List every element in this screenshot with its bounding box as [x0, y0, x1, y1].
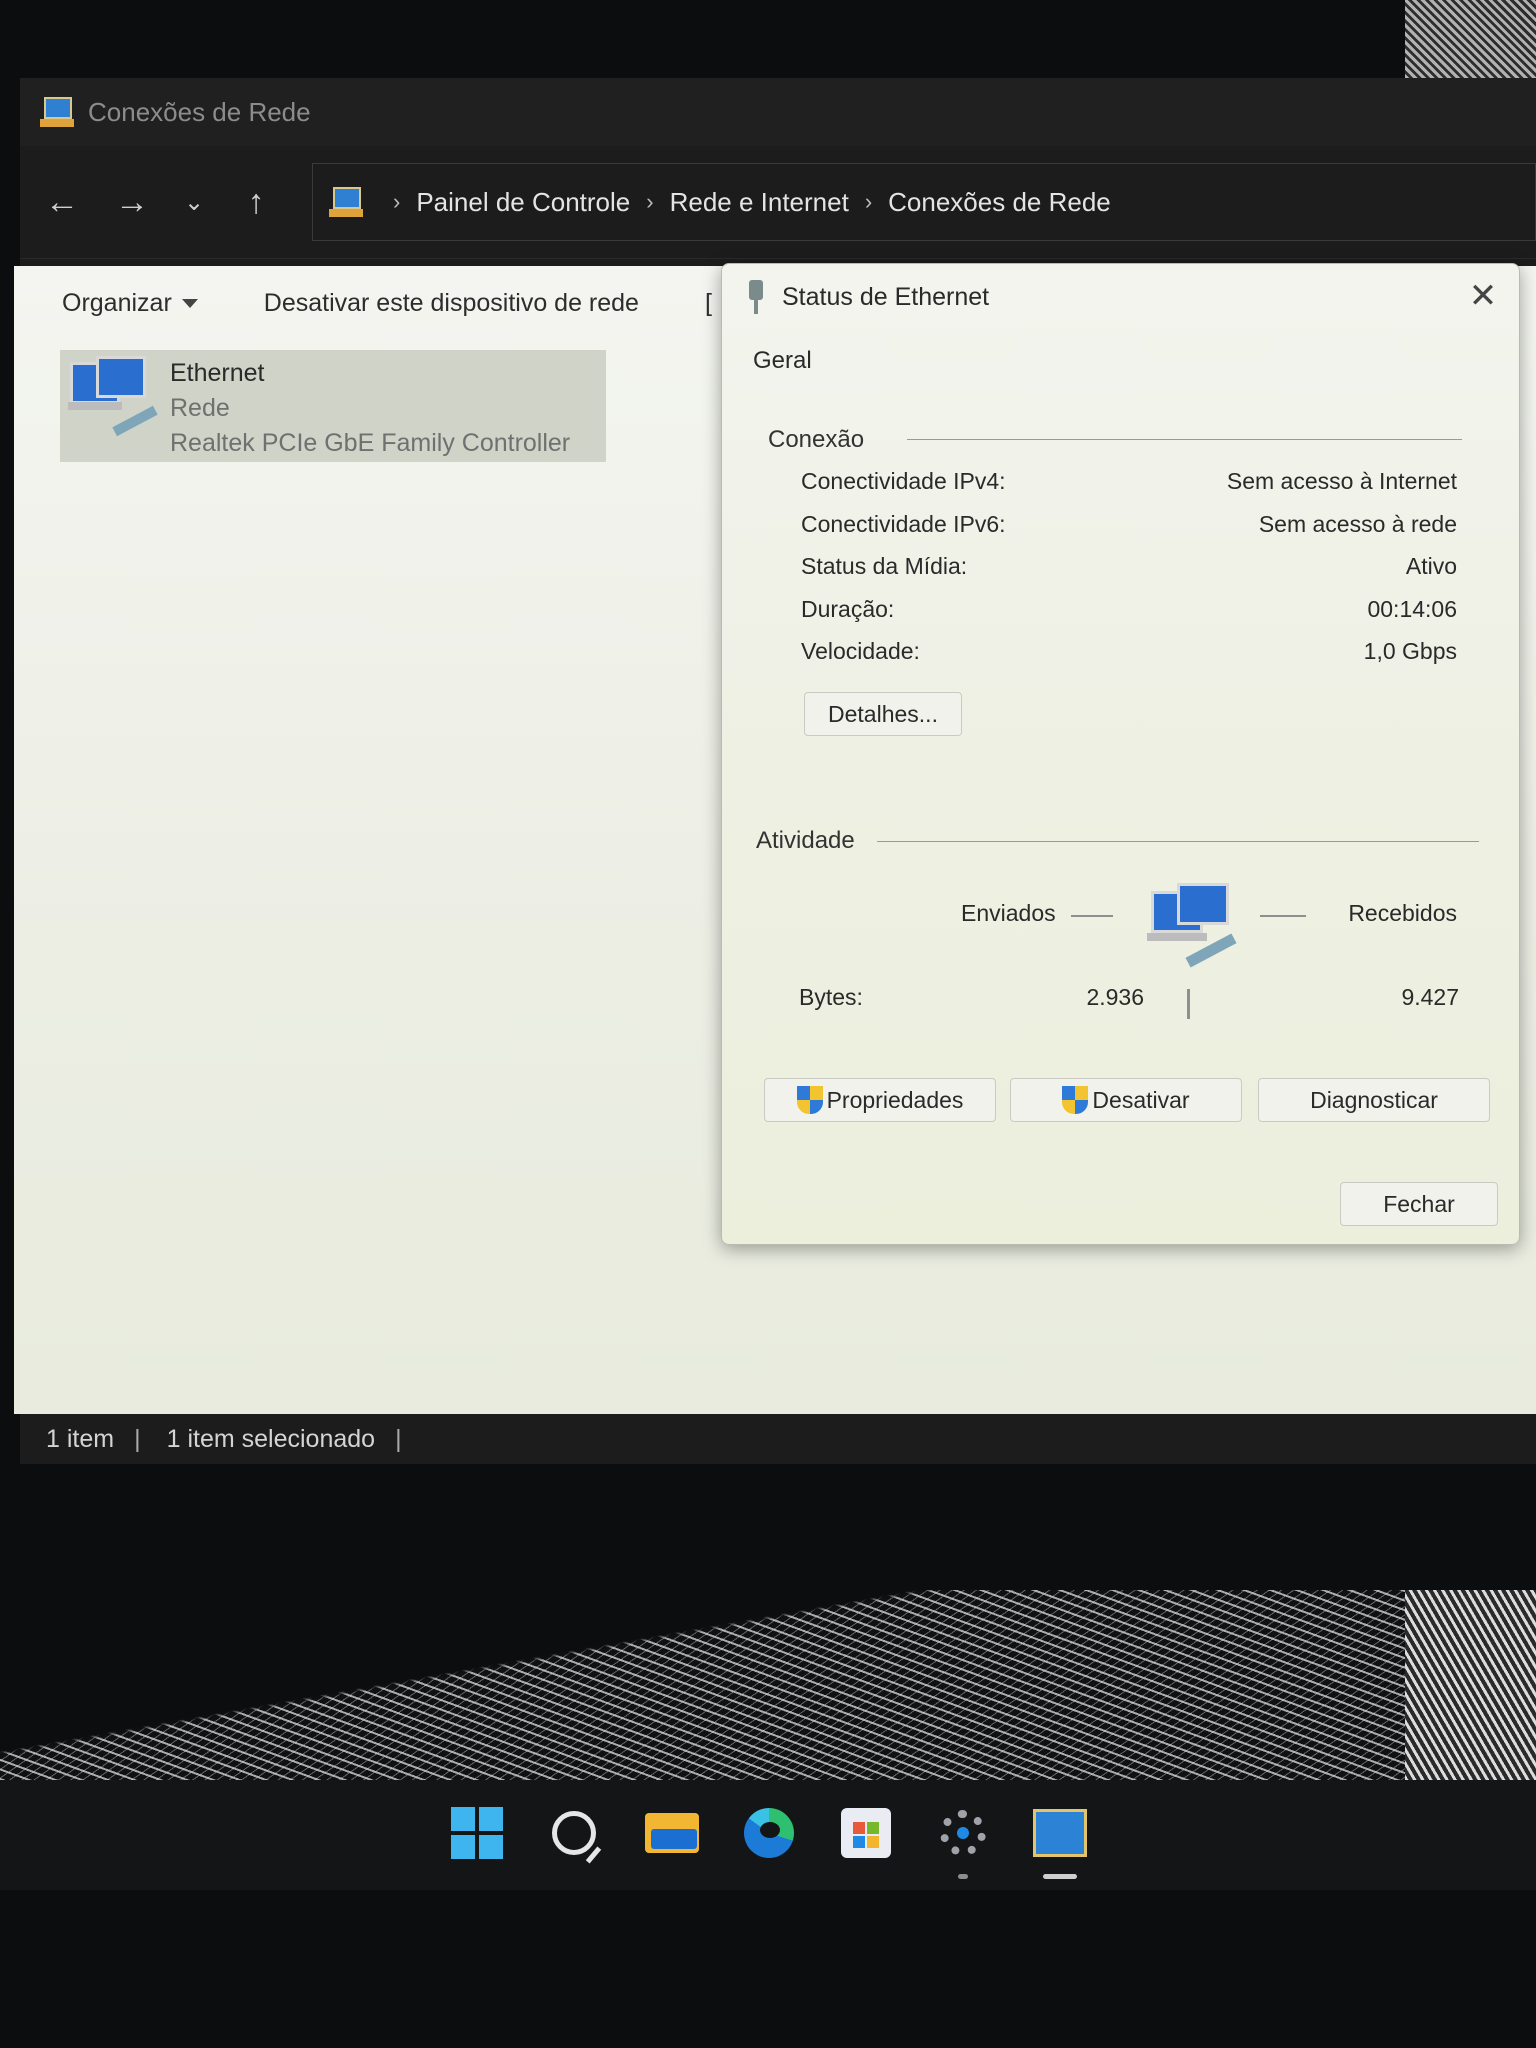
close-button[interactable]: Fechar [1340, 1182, 1498, 1226]
edge-icon[interactable] [740, 1804, 798, 1862]
properties-label: Propriedades [826, 1086, 964, 1113]
truncated-command[interactable]: [ [705, 289, 712, 318]
title-bar: Conexões de Rede [20, 78, 1536, 146]
received-line [1260, 915, 1306, 917]
ipv6-label: Conectividade IPv6: [801, 511, 1006, 537]
bytes-divider [1187, 989, 1190, 1019]
connection-group-label: Conexão [768, 426, 865, 453]
breadcrumb-control-panel[interactable]: Painel de Controle [416, 187, 630, 218]
breadcrumb-network-connections[interactable]: Conexões de Rede [888, 187, 1111, 218]
group-divider [907, 439, 1462, 440]
ethernet-status-dialog: Status de Ethernet ✕ Geral Conexão Conec… [721, 263, 1520, 1245]
breadcrumb-separator: › [864, 189, 873, 214]
selected-count: 1 item selecionado [166, 1424, 376, 1453]
uac-shield-icon [1062, 1086, 1089, 1114]
disable-label: Desativar [1092, 1086, 1190, 1113]
network-connections-icon[interactable] [1031, 1804, 1089, 1862]
details-button[interactable]: Detalhes... [804, 692, 962, 736]
ethernet-plug-icon [746, 280, 766, 314]
start-icon[interactable] [448, 1804, 506, 1862]
item-count: 1 item [46, 1424, 115, 1453]
media-status-value: Ativo [1405, 553, 1457, 579]
adapter-name: Realtek PCIe GbE Family Controller [170, 429, 571, 457]
uac-shield-icon [796, 1086, 823, 1114]
store-icon[interactable] [837, 1804, 895, 1862]
organize-menu[interactable]: Organizar [62, 289, 198, 318]
status-separator: | [395, 1424, 402, 1453]
breadcrumb-separator: › [646, 189, 654, 214]
network-connections-icon [40, 95, 74, 129]
received-label: Recebidos [1348, 900, 1457, 926]
organize-label: Organizar [62, 288, 172, 317]
bytes-sent-value: 2.936 [1086, 984, 1144, 1010]
desktop-wallpaper [0, 1590, 1536, 1780]
dialog-title: Status de Ethernet [782, 282, 990, 311]
duration-value: 00:14:06 [1367, 596, 1457, 622]
recent-locations-chevron-icon[interactable]: ⌄ [174, 174, 214, 230]
ethernet-connection-item[interactable]: Ethernet Rede Realtek PCIe GbE Family Co… [60, 350, 606, 462]
ipv4-value: Sem acesso à Internet [1226, 468, 1457, 494]
bytes-received-value: 9.427 [1401, 984, 1459, 1010]
status-separator: | [134, 1424, 141, 1453]
disable-device-button[interactable]: Desativar este dispositivo de rede [264, 289, 639, 318]
diagnose-button[interactable]: Diagnosticar [1258, 1078, 1490, 1122]
speed-label: Velocidade: [801, 638, 920, 664]
media-status-label: Status da Mídia: [801, 553, 968, 579]
activity-group-label: Atividade [756, 827, 855, 854]
desktop-wallpaper-edge [1405, 1590, 1536, 1780]
wallpaper-corner [1405, 0, 1536, 78]
running-indicator [958, 1874, 968, 1879]
close-icon[interactable]: ✕ [1463, 276, 1503, 316]
tab-general[interactable]: Geral [753, 347, 812, 375]
duration-label: Duração: [801, 596, 895, 622]
ipv4-label: Conectividade IPv4: [801, 468, 1006, 494]
properties-button[interactable]: Propriedades [764, 1078, 996, 1122]
bytes-label: Bytes: [799, 984, 863, 1010]
search-icon[interactable] [545, 1804, 603, 1864]
file-explorer-icon[interactable] [643, 1804, 701, 1862]
sent-line [1071, 915, 1113, 917]
breadcrumb-network-internet[interactable]: Rede e Internet [670, 187, 849, 218]
group-divider [877, 841, 1479, 842]
dialog-title-bar: Status de Ethernet [746, 280, 989, 314]
taskbar [0, 1780, 1536, 1890]
connection-type: Rede [170, 394, 230, 422]
breadcrumb-separator: › [393, 189, 401, 214]
speed-value: 1,0 Gbps [1363, 638, 1457, 664]
activity-computers-icon [1141, 875, 1251, 975]
settings-icon[interactable] [934, 1804, 992, 1862]
disable-button[interactable]: Desativar [1010, 1078, 1242, 1122]
control-panel-icon [329, 185, 363, 219]
navigation-bar: ← → ⌄ ↑ › Painel de Controle › Rede e In… [20, 146, 1536, 259]
active-indicator [1043, 1874, 1077, 1879]
dropdown-caret-icon [181, 298, 198, 308]
sent-label: Enviados [961, 900, 1056, 926]
forward-arrow-icon[interactable]: → [104, 174, 160, 230]
up-arrow-icon[interactable]: ↑ [228, 174, 284, 230]
connection-name: Ethernet [170, 359, 265, 387]
address-bar[interactable]: › Painel de Controle › Rede e Internet ›… [312, 163, 1536, 241]
ipv6-value: Sem acesso à rede [1258, 511, 1457, 537]
window-title: Conexões de Rede [88, 96, 311, 127]
back-arrow-icon[interactable]: ← [34, 174, 90, 230]
status-bar: 1 item | 1 item selecionado | [20, 1414, 1536, 1464]
network-adapter-icon [60, 350, 170, 460]
